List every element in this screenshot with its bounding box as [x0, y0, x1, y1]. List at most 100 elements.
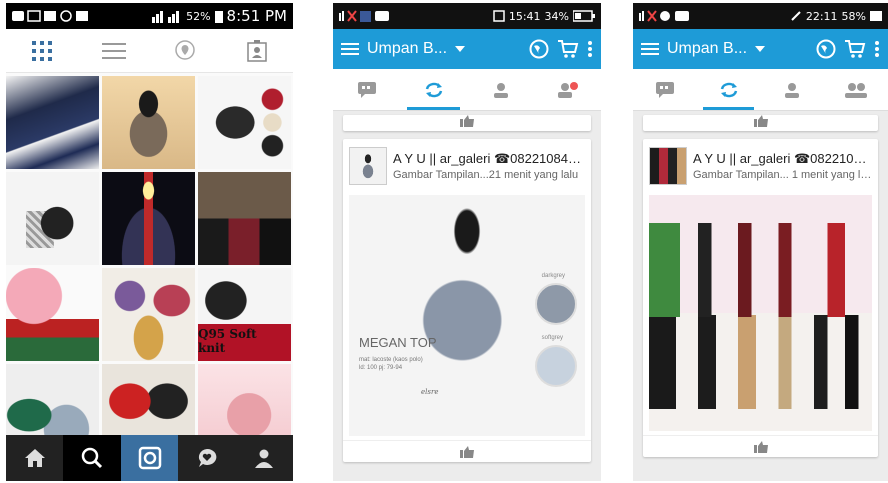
previous-post-card	[343, 115, 591, 131]
thumbs-up-icon	[753, 115, 768, 127]
tab-bar	[333, 69, 601, 111]
photo-tile[interactable]	[198, 76, 291, 169]
globe-icon[interactable]	[816, 39, 836, 59]
photo-tile[interactable]	[102, 76, 195, 169]
nav-activity[interactable]	[178, 435, 235, 481]
thumbs-up-icon	[753, 440, 768, 453]
product-material: mat: lacoste (kaos polo) ld: 100 pj: 79-…	[359, 357, 423, 371]
avatar[interactable]	[349, 147, 387, 185]
notification-icons	[339, 10, 389, 22]
photo-tile[interactable]	[6, 172, 99, 265]
like-button[interactable]	[343, 115, 591, 129]
cart-icon[interactable]	[844, 39, 866, 59]
home-icon	[24, 449, 45, 467]
feed-list: A Y U || ar_galeri ☎082210845... Gambar …	[633, 111, 888, 471]
post-card[interactable]: A Y U || ar_galeri ☎082210845... Gambar …	[643, 139, 878, 457]
nav-camera[interactable]	[120, 435, 179, 481]
feed-list: A Y U || ar_galeri ☎082210845... Gambar …	[333, 111, 601, 476]
post-subtitle: Gambar Tampilan...21 menit yang lalu	[393, 169, 579, 181]
menu-icon[interactable]	[641, 42, 659, 56]
notification-icons	[639, 10, 689, 22]
battery-percent: 58%	[841, 9, 866, 23]
status-bar: 15:41 34%	[333, 3, 601, 29]
menu-icon[interactable]	[341, 42, 359, 56]
globe-icon[interactable]	[529, 39, 549, 59]
photo-tile[interactable]	[6, 76, 99, 169]
tab-chats[interactable]	[333, 69, 400, 110]
post-image[interactable]	[649, 195, 872, 431]
previous-post-card	[643, 115, 878, 131]
bbm-feed-screen-1: 15:41 34% Umpan B... A Y U || ar_galeri …	[333, 3, 601, 481]
signal-icon	[152, 11, 180, 23]
battery-icon	[214, 11, 223, 23]
refresh-icon	[720, 82, 737, 97]
post-image[interactable]: MEGAN TOP mat: lacoste (kaos polo) ld: 1…	[349, 195, 585, 436]
app-bar: Umpan B...	[333, 29, 601, 69]
photo-tile[interactable]	[198, 172, 291, 265]
product-name: MEGAN TOP	[359, 335, 437, 350]
no-sim-icon	[791, 11, 801, 21]
person-icon	[785, 82, 800, 98]
post-header: A Y U || ar_galeri ☎082210845... Gambar …	[643, 139, 878, 191]
person-icon	[255, 449, 274, 468]
tab-contacts[interactable]	[467, 69, 534, 110]
speech-bubble-heart-icon	[198, 448, 217, 467]
status-time: 15:41	[508, 9, 541, 23]
nav-search[interactable]	[63, 435, 121, 481]
tagged-view-button[interactable]	[237, 36, 277, 66]
app-title[interactable]: Umpan B...	[367, 40, 447, 58]
search-icon	[81, 447, 103, 469]
status-bar: 22:11 58%	[633, 3, 888, 29]
tab-contacts[interactable]	[761, 69, 825, 110]
post-card[interactable]: A Y U || ar_galeri ☎082210845... Gambar …	[343, 139, 591, 462]
avatar[interactable]	[649, 147, 687, 185]
photo-tile[interactable]: Q95 Soft knit	[198, 268, 291, 361]
thumbs-up-icon	[460, 115, 474, 127]
tab-feeds[interactable]	[697, 69, 761, 110]
post-author[interactable]: A Y U || ar_galeri ☎082210845...	[393, 151, 585, 167]
refresh-icon	[425, 82, 442, 97]
list-icon	[101, 42, 126, 59]
like-button[interactable]	[343, 440, 591, 462]
nav-home[interactable]	[6, 435, 63, 481]
notification-icons	[12, 10, 88, 22]
status-icons-left	[12, 9, 92, 23]
grid-icon	[31, 40, 52, 61]
overflow-menu-icon[interactable]	[587, 40, 593, 58]
photo-tile[interactable]	[102, 172, 195, 265]
instagram-view-toolbar	[6, 29, 293, 73]
tab-chats[interactable]	[633, 69, 697, 110]
dropdown-arrow-icon[interactable]	[755, 45, 766, 53]
dropdown-arrow-icon[interactable]	[455, 45, 466, 53]
post-meta: A Y U || ar_galeri ☎082210845... Gambar …	[393, 151, 585, 181]
status-icons-right: 52% 8:51 PM	[152, 7, 287, 25]
battery-percent: 52%	[186, 9, 211, 23]
overflow-menu-icon[interactable]	[874, 40, 880, 58]
status-icons-left	[339, 9, 395, 23]
battery-percent: 34%	[544, 9, 569, 23]
photo-tile[interactable]	[6, 268, 99, 361]
like-button[interactable]	[643, 435, 878, 457]
post-subtitle: Gambar Tampilan... 1 menit yang lalu	[693, 169, 872, 181]
post-author[interactable]: A Y U || ar_galeri ☎082210845...	[693, 151, 872, 167]
location-pin-icon	[175, 39, 196, 60]
color-swatch-softgrey	[535, 345, 577, 387]
tab-bar	[633, 69, 888, 111]
like-button[interactable]	[643, 115, 878, 129]
photo-tile[interactable]	[102, 268, 195, 361]
color-label-softgrey: softgrey	[541, 335, 563, 341]
product-label: Q95 Soft knit	[198, 327, 257, 355]
status-bar: 52% 8:51 PM	[6, 3, 293, 29]
map-view-button[interactable]	[165, 36, 205, 66]
cart-icon[interactable]	[557, 39, 579, 59]
nav-profile[interactable]	[236, 435, 293, 481]
add-contact-icon	[557, 81, 578, 98]
tab-groups[interactable]	[824, 69, 888, 110]
tab-add-contact[interactable]	[534, 69, 601, 110]
color-swatch-darkgrey	[535, 283, 577, 325]
instagram-screen: 52% 8:51 PM Q95 Soft knit	[6, 3, 293, 481]
app-title[interactable]: Umpan B...	[667, 40, 747, 58]
list-view-button[interactable]	[94, 36, 134, 66]
tab-feeds[interactable]	[400, 69, 467, 110]
grid-view-button[interactable]	[22, 36, 62, 66]
